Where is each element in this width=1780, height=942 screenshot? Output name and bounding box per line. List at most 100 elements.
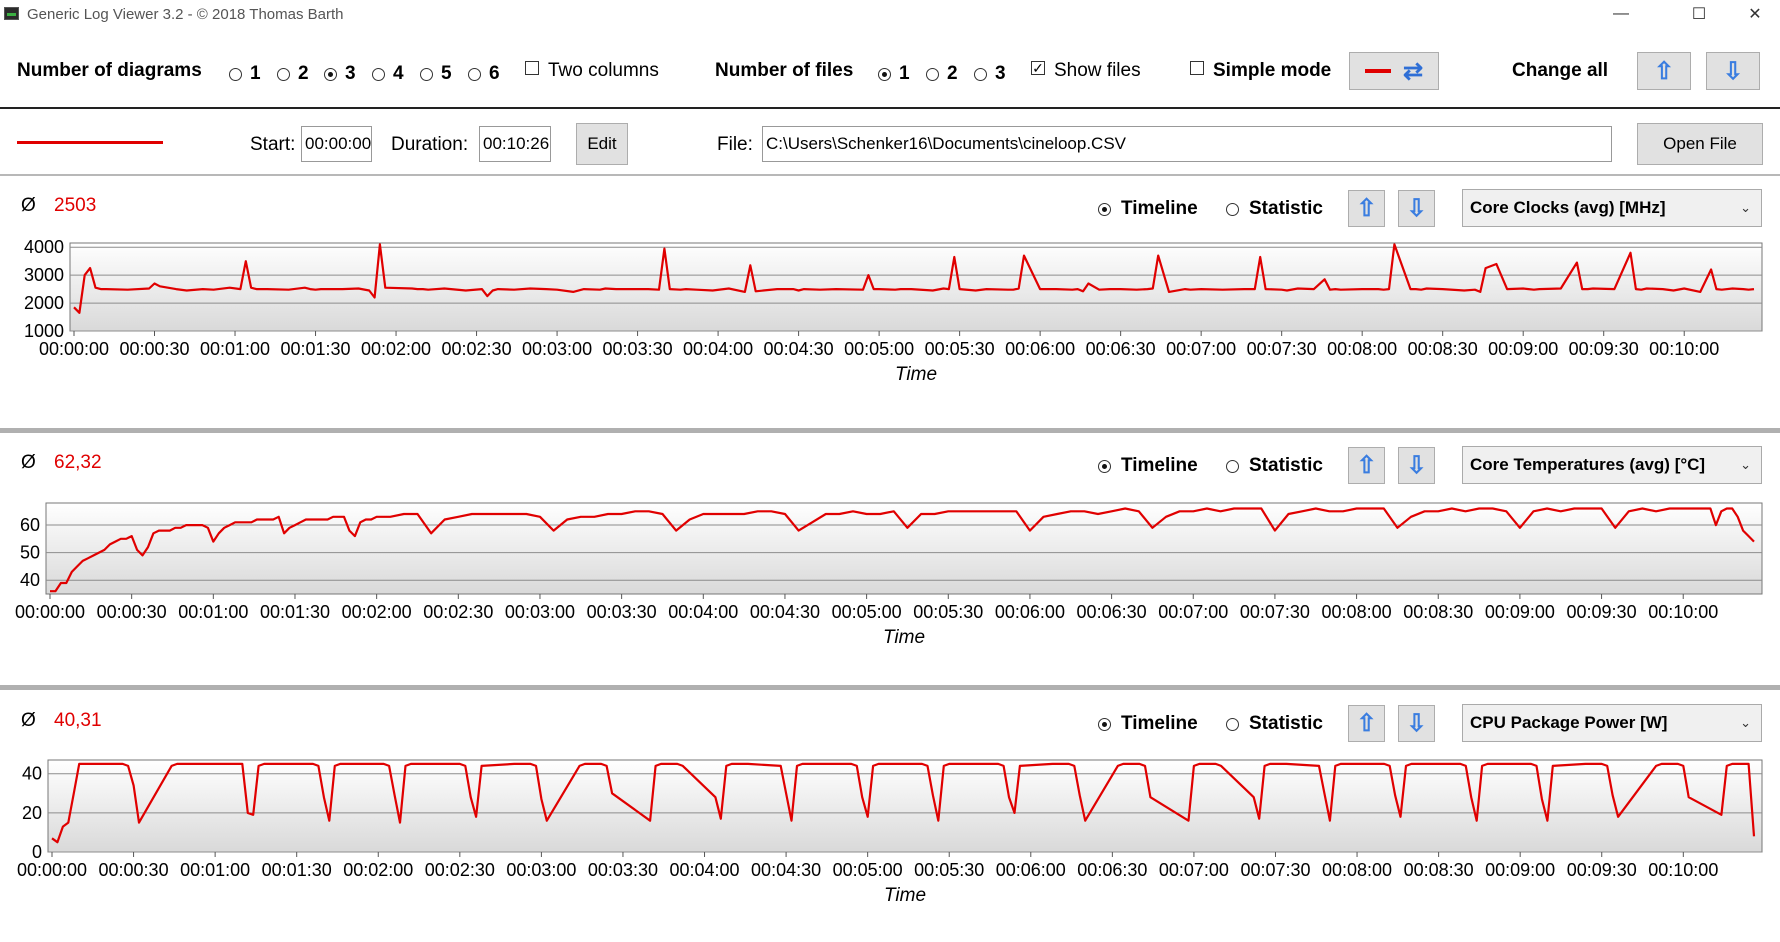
close-button[interactable]: ✕ bbox=[1732, 0, 1778, 28]
x-tick-label: 00:06:30 bbox=[1077, 860, 1147, 880]
file-count-radio-label: 1 bbox=[899, 63, 910, 84]
x-tick-label: 00:05:30 bbox=[925, 339, 995, 359]
radio-dot[interactable] bbox=[1226, 459, 1239, 473]
diagram-count-radio-1[interactable]: 1 bbox=[229, 63, 261, 85]
statistic-radio[interactable]: Statistic bbox=[1226, 198, 1323, 220]
statistic-label: Statistic bbox=[1249, 198, 1323, 219]
two-columns-label: Two columns bbox=[548, 60, 659, 81]
move-up-button[interactable]: ⇧ bbox=[1348, 447, 1385, 484]
statistic-radio[interactable]: Statistic bbox=[1226, 713, 1323, 735]
file-count-radio-1[interactable]: 1 bbox=[878, 63, 910, 85]
sensor-select[interactable]: Core Temperatures (avg) [°C] ⌄ bbox=[1462, 446, 1762, 484]
edit-button[interactable]: Edit bbox=[576, 123, 628, 165]
radio-dot[interactable] bbox=[1098, 717, 1111, 731]
simple-mode-box[interactable] bbox=[1190, 61, 1204, 75]
diagram-count-radio-2[interactable]: 2 bbox=[277, 63, 309, 85]
x-tick-label: 00:06:30 bbox=[1086, 339, 1156, 359]
radio-dot[interactable] bbox=[1098, 202, 1111, 216]
panel-divider[interactable] bbox=[0, 685, 1780, 690]
x-tick-label: 00:08:00 bbox=[1327, 339, 1397, 359]
x-tick-label: 00:07:00 bbox=[1159, 860, 1229, 880]
radio-dot[interactable] bbox=[468, 67, 481, 81]
title-bar: Generic Log Viewer 3.2 - © 2018 Thomas B… bbox=[0, 0, 1780, 28]
arrow-down-icon: ⇩ bbox=[1406, 710, 1427, 737]
x-tick-label: 00:08:30 bbox=[1403, 602, 1473, 622]
x-tick-label: 00:02:00 bbox=[361, 339, 431, 359]
diagram-count-radio-5[interactable]: 5 bbox=[420, 63, 452, 85]
timeline-radio[interactable]: Timeline bbox=[1098, 198, 1198, 220]
open-file-button[interactable]: Open File bbox=[1637, 123, 1763, 165]
simple-mode-checkbox[interactable]: Simple mode bbox=[1190, 60, 1331, 82]
sensor-select-value: CPU Package Power [W] bbox=[1470, 713, 1668, 732]
x-tick-label: 00:09:00 bbox=[1485, 860, 1555, 880]
x-tick-label: 00:00:30 bbox=[119, 339, 189, 359]
x-tick-label: 00:05:00 bbox=[844, 339, 914, 359]
x-tick-label: 00:09:30 bbox=[1569, 339, 1639, 359]
file-count-radio-3[interactable]: 3 bbox=[974, 63, 1006, 85]
timeline-label: Timeline bbox=[1121, 198, 1198, 219]
statistic-radio[interactable]: Statistic bbox=[1226, 455, 1323, 477]
panel-divider[interactable] bbox=[0, 428, 1780, 433]
chevron-down-icon: ⌄ bbox=[1740, 715, 1751, 730]
radio-dot[interactable] bbox=[1226, 717, 1239, 731]
x-tick-label: 00:09:00 bbox=[1488, 339, 1558, 359]
start-input[interactable]: 00:00:00 bbox=[301, 126, 372, 162]
refresh-icon: ⇄ bbox=[1402, 57, 1424, 85]
sensor-select[interactable]: CPU Package Power [W] ⌄ bbox=[1462, 704, 1762, 742]
two-columns-box[interactable] bbox=[525, 61, 539, 75]
diagram-count-radio-6[interactable]: 6 bbox=[468, 63, 500, 85]
radio-dot[interactable] bbox=[324, 67, 337, 81]
radio-dot[interactable] bbox=[1098, 459, 1111, 473]
show-files-checkbox[interactable]: ✓ Show files bbox=[1031, 60, 1141, 82]
timeline-radio[interactable]: Timeline bbox=[1098, 455, 1198, 477]
x-tick-label: 00:05:00 bbox=[833, 860, 903, 880]
show-files-box[interactable]: ✓ bbox=[1031, 61, 1045, 75]
radio-dot[interactable] bbox=[372, 67, 385, 81]
duration-input[interactable]: 00:10:26 bbox=[479, 126, 551, 162]
diagram-count-radio-3[interactable]: 3 bbox=[324, 63, 356, 85]
x-tick-label: 00:04:30 bbox=[751, 860, 821, 880]
sensor-select[interactable]: Core Clocks (avg) [MHz] ⌄ bbox=[1462, 189, 1762, 227]
move-down-button[interactable]: ⇩ bbox=[1398, 190, 1435, 227]
average-value: 2503 bbox=[54, 195, 97, 216]
diagram-panel-1: Ø 2503 Timeline Statistic ⇧ ⇩ Core Clock… bbox=[0, 177, 1780, 427]
two-columns-checkbox[interactable]: Two columns bbox=[525, 60, 659, 82]
file-path-input[interactable]: C:\Users\Schenker16\Documents\cineloop.C… bbox=[762, 126, 1612, 162]
diagram-count-radio-label: 6 bbox=[489, 63, 500, 84]
x-tick-label: 00:06:30 bbox=[1077, 602, 1147, 622]
move-down-button[interactable]: ⇩ bbox=[1398, 705, 1435, 742]
move-all-down-button[interactable]: ⇩ bbox=[1706, 52, 1760, 90]
diagram-count-radio-4[interactable]: 4 bbox=[372, 63, 404, 85]
file-count-radio-2[interactable]: 2 bbox=[926, 63, 958, 85]
y-tick-label: 40 bbox=[20, 570, 40, 590]
minimize-button[interactable]: — bbox=[1598, 0, 1644, 28]
line-style-button[interactable]: ⇄ bbox=[1349, 52, 1439, 90]
radio-dot[interactable] bbox=[926, 67, 939, 81]
x-tick-label: 00:09:30 bbox=[1567, 602, 1637, 622]
move-up-button[interactable]: ⇧ bbox=[1348, 190, 1385, 227]
x-tick-label: 00:02:30 bbox=[425, 860, 495, 880]
radio-dot[interactable] bbox=[1226, 202, 1239, 216]
maximize-button[interactable]: ☐ bbox=[1676, 0, 1722, 28]
radio-dot[interactable] bbox=[420, 67, 433, 81]
sensor-select-value: Core Temperatures (avg) [°C] bbox=[1470, 455, 1706, 474]
move-all-up-button[interactable]: ⇧ bbox=[1637, 52, 1691, 90]
radio-dot[interactable] bbox=[277, 67, 290, 81]
radio-dot[interactable] bbox=[974, 67, 987, 81]
y-tick-label: 60 bbox=[20, 515, 40, 535]
diagram-count-radio-label: 5 bbox=[441, 63, 452, 84]
move-down-button[interactable]: ⇩ bbox=[1398, 447, 1435, 484]
simple-mode-label: Simple mode bbox=[1213, 60, 1332, 81]
chart-2: 40 50 60 00:00:00 00:00:30 00:01:00 00:01:30 00… bbox=[15, 502, 1763, 648]
move-up-button[interactable]: ⇧ bbox=[1348, 705, 1385, 742]
timeline-radio[interactable]: Timeline bbox=[1098, 713, 1198, 735]
app-icon bbox=[4, 7, 19, 20]
radio-dot[interactable] bbox=[229, 67, 242, 81]
diagram-panel-2: Ø 62,32 Timeline Statistic ⇧ ⇩ Core Temp… bbox=[0, 434, 1780, 684]
change-all-label: Change all bbox=[1512, 60, 1609, 81]
x-tick-label: 00:06:00 bbox=[1005, 339, 1075, 359]
radio-dot[interactable] bbox=[878, 67, 891, 81]
file-count-radio-label: 2 bbox=[947, 63, 958, 84]
x-tick-label: 00:04:00 bbox=[669, 860, 739, 880]
x-tick-label: 00:00:00 bbox=[39, 339, 109, 359]
